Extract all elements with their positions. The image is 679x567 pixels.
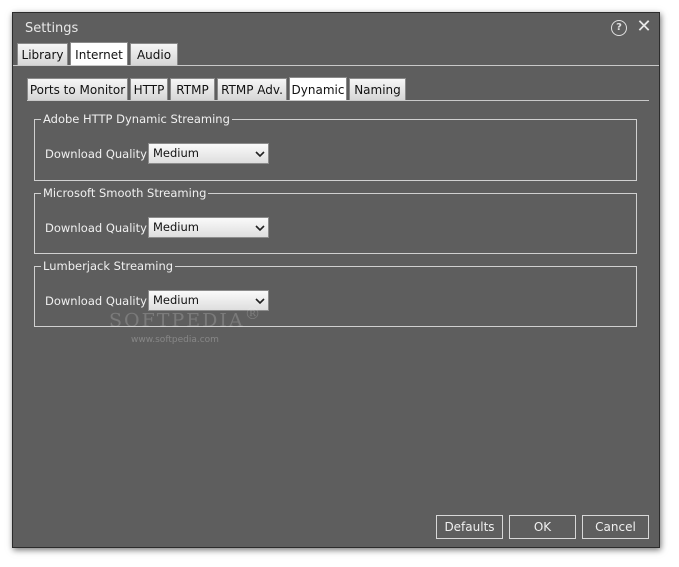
chevron-down-icon bbox=[255, 151, 265, 158]
tab-divider bbox=[13, 65, 659, 66]
select-value: Medium bbox=[153, 220, 199, 234]
group-title: Adobe HTTP Dynamic Streaming bbox=[41, 112, 232, 126]
tab-dynamic[interactable]: Dynamic bbox=[289, 77, 347, 101]
watermark-url: www.softpedia.com bbox=[131, 335, 219, 345]
download-quality-select[interactable]: Medium bbox=[148, 143, 269, 164]
tab-library[interactable]: Library bbox=[17, 43, 68, 65]
adobe-hds-group: Adobe HTTP Dynamic Streaming Download Qu… bbox=[34, 112, 637, 181]
softpedia-watermark: SOFTPEDIA® bbox=[109, 304, 262, 331]
tab-ports-to-monitor[interactable]: Ports to Monitor bbox=[27, 78, 128, 100]
tab-rtmp-adv[interactable]: RTMP Adv. bbox=[217, 78, 287, 100]
chevron-down-icon bbox=[255, 225, 265, 232]
group-title: Lumberjack Streaming bbox=[41, 259, 176, 273]
title-bar[interactable]: Settings ? ✕ bbox=[13, 13, 659, 43]
defaults-button[interactable]: Defaults bbox=[436, 515, 503, 539]
settings-window: Settings ? ✕ Library Internet Audio Port… bbox=[12, 12, 660, 548]
ok-button[interactable]: OK bbox=[509, 515, 576, 539]
question-mark-icon[interactable]: ? bbox=[611, 20, 627, 36]
cancel-button[interactable]: Cancel bbox=[582, 515, 649, 539]
tab-http[interactable]: HTTP bbox=[130, 78, 168, 100]
window-title: Settings bbox=[25, 21, 79, 36]
close-icon[interactable]: ✕ bbox=[635, 17, 653, 37]
watermark-text: SOFTPEDIA bbox=[109, 309, 245, 332]
tab-audio[interactable]: Audio bbox=[130, 43, 178, 65]
tab-naming[interactable]: Naming bbox=[349, 78, 406, 100]
download-quality-label: Download Quality bbox=[45, 221, 147, 235]
select-value: Medium bbox=[153, 146, 199, 160]
tab-internet[interactable]: Internet bbox=[70, 42, 128, 66]
download-quality-select[interactable]: Medium bbox=[148, 217, 269, 238]
tab-rtmp[interactable]: RTMP bbox=[170, 78, 215, 100]
inner-tab-divider bbox=[27, 100, 649, 101]
download-quality-label: Download Quality bbox=[45, 147, 147, 161]
microsoft-smooth-group: Microsoft Smooth Streaming Download Qual… bbox=[34, 186, 637, 254]
watermark-mark: ® bbox=[244, 304, 263, 323]
group-title: Microsoft Smooth Streaming bbox=[41, 186, 209, 200]
